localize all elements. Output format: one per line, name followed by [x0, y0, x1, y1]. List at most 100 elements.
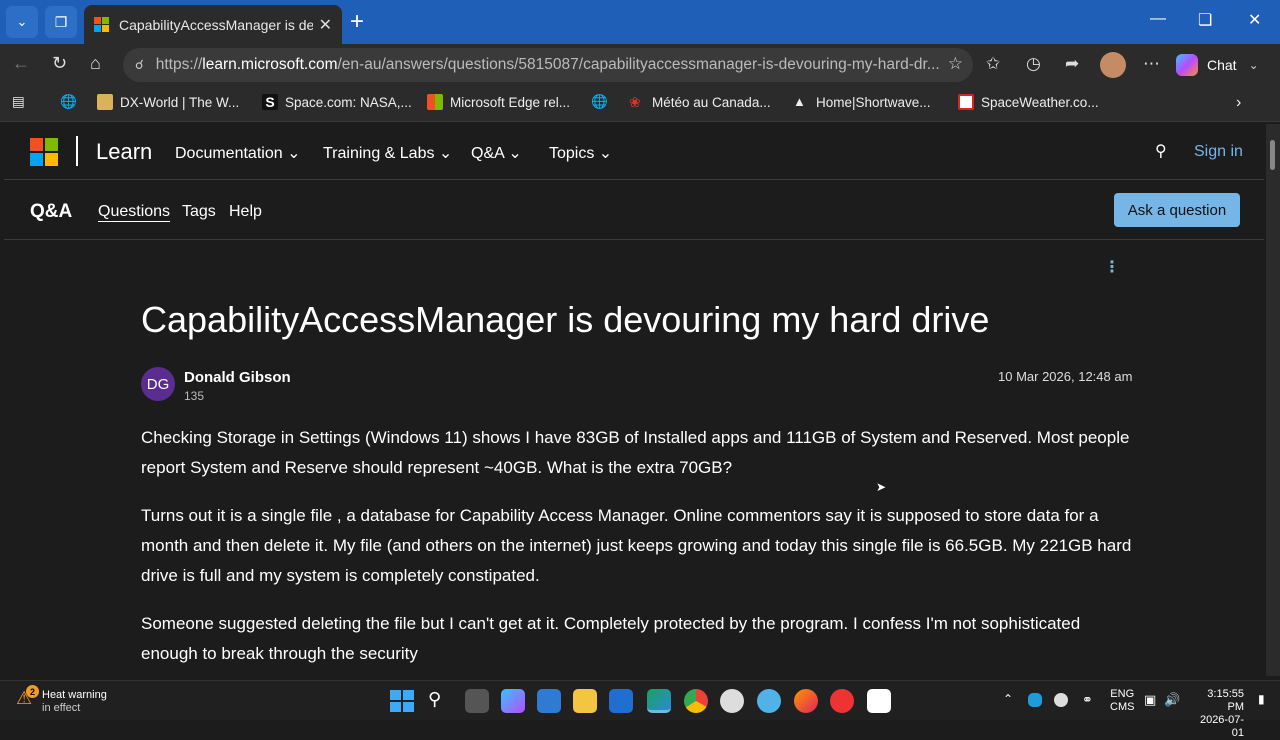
- bookmarks-bar: ▤ 🌐 DX-World | The W... S Space.com: NASA…: [0, 86, 1280, 122]
- lock-icon: ☌: [135, 57, 144, 72]
- weather-widget[interactable]: Heat warning in effect: [42, 689, 107, 715]
- bookmark-edge[interactable]: Microsoft Edge rel...: [427, 94, 570, 110]
- antenna-icon: ▲: [793, 94, 806, 109]
- windows-start-icon[interactable]: [389, 689, 414, 713]
- volume-icon[interactable]: 🔊: [1164, 693, 1180, 706]
- share-icon[interactable]: ➦: [1065, 54, 1079, 74]
- learn-header: Learn Documentation ⌄ Training & Labs ⌄ …: [4, 124, 1264, 180]
- bookmark-meteo[interactable]: ❀ Météo au Canada...: [629, 94, 771, 110]
- file-explorer-icon[interactable]: [573, 689, 597, 713]
- page-scrollbar[interactable]: [1266, 124, 1280, 676]
- page-content: Learn Documentation ⌄ Training & Labs ⌄ …: [4, 124, 1264, 676]
- bookmark-shortwave[interactable]: ▲ Home|Shortwave...: [793, 94, 931, 110]
- spaceweather-icon: [958, 94, 974, 110]
- search-icon[interactable]: ⚲: [1155, 141, 1167, 161]
- clock[interactable]: 3:15:55 PM 2026-07-01: [1190, 688, 1244, 740]
- network-icon[interactable]: ▣: [1144, 693, 1156, 706]
- chevron-down-icon: ⌄: [16, 14, 28, 29]
- favorite-star-icon[interactable]: ☆: [948, 54, 963, 74]
- maple-leaf-icon: ❀: [629, 94, 641, 110]
- search-icon[interactable]: ⚲: [428, 689, 452, 713]
- nav-training[interactable]: Training & Labs ⌄: [323, 143, 452, 163]
- logo-divider: [76, 136, 78, 166]
- space-s-icon: S: [262, 94, 278, 110]
- history-icon[interactable]: ◷: [1026, 54, 1041, 74]
- windows-taskbar: ⚠ 2 Heat warning in effect ⚲ ⌃ ⚭ ENG CMS…: [0, 680, 1280, 739]
- question-paragraph: Checking Storage in Settings (Windows 11…: [141, 428, 1130, 477]
- task-view-icon[interactable]: [465, 689, 489, 713]
- reading-icon[interactable]: ▤: [12, 94, 25, 110]
- store-icon[interactable]: [537, 689, 561, 713]
- question-date: 10 Mar 2026, 12:48 am: [998, 369, 1133, 384]
- globe-icon[interactable]: 🌐: [60, 94, 77, 110]
- copilot-icon: [1176, 54, 1198, 76]
- restore-icon[interactable]: ❏: [1198, 10, 1212, 30]
- workspaces-button[interactable]: ❐: [45, 6, 77, 38]
- question-title: CapabilityAccessManager is devouring my …: [141, 299, 990, 340]
- chevron-right-icon[interactable]: ›: [1236, 94, 1241, 112]
- tab-active[interactable]: CapabilityAccessManager is devou ✕: [84, 5, 342, 44]
- obs-icon[interactable]: [720, 689, 744, 713]
- new-tab-icon[interactable]: +: [350, 8, 364, 36]
- more-options-icon[interactable]: ⋯: [1143, 54, 1160, 74]
- workspaces-icon: ❐: [54, 13, 68, 30]
- copilot-icon[interactable]: [501, 689, 525, 713]
- address-toolbar: ← ↻ ⌂ ☌ https://learn.microsoft.com/en-a…: [0, 44, 1280, 86]
- outlook-icon[interactable]: [609, 689, 633, 713]
- radio-app-icon[interactable]: [830, 689, 854, 713]
- firefox-icon[interactable]: [794, 689, 818, 713]
- microsoft-icon: [427, 94, 443, 110]
- qa-link-help[interactable]: Help: [229, 203, 262, 221]
- edge-beta-icon[interactable]: [647, 689, 671, 713]
- nav-qa[interactable]: Q&A ⌄: [471, 143, 522, 163]
- language-indicator[interactable]: ENG CMS: [1110, 688, 1134, 714]
- back-arrow-icon[interactable]: ←: [12, 53, 30, 74]
- home-icon[interactable]: ⌂: [90, 53, 101, 74]
- globe-app-icon[interactable]: [757, 689, 781, 713]
- scroll-thumb[interactable]: [1270, 140, 1275, 170]
- brand-learn[interactable]: Learn: [96, 139, 152, 165]
- chevron-up-icon[interactable]: ⌃: [1003, 693, 1013, 706]
- window-close-icon[interactable]: ✕: [1248, 10, 1261, 30]
- chat-label: Chat: [1207, 57, 1237, 73]
- qa-title[interactable]: Q&A: [30, 201, 72, 223]
- address-field[interactable]: ☌ https://learn.microsoft.com/en-au/answ…: [123, 48, 973, 82]
- bookmark-dxworld[interactable]: DX-World | The W...: [97, 94, 239, 110]
- tab-title: CapabilityAccessManager is devou: [119, 16, 313, 33]
- question-paragraph: Turns out it is a single file , a databa…: [141, 506, 1132, 585]
- browser-titlebar: ⌄ ❐ CapabilityAccessManager is devou ✕ +…: [0, 0, 1280, 44]
- notifications-icon[interactable]: ▮: [1258, 693, 1265, 706]
- microphone-icon[interactable]: ⚭: [1082, 693, 1093, 706]
- dxworld-icon: [97, 94, 113, 110]
- qa-link-tags[interactable]: Tags: [182, 203, 216, 221]
- favorites-icon[interactable]: ✩: [986, 54, 1000, 74]
- warning-badge: 2: [26, 685, 39, 698]
- author-name[interactable]: Donald Gibson: [184, 369, 291, 386]
- profile-avatar[interactable]: [1100, 52, 1126, 78]
- obs-tray-icon[interactable]: [1054, 693, 1068, 707]
- more-actions-icon[interactable]: ⋮: [1104, 257, 1120, 277]
- qa-subnav: Q&A Questions Tags Help Ask a question: [4, 181, 1264, 240]
- sign-in-link[interactable]: Sign in: [1194, 143, 1243, 161]
- minimize-icon[interactable]: —: [1150, 10, 1166, 28]
- defender-icon[interactable]: [1028, 693, 1042, 707]
- microsoft-logo-icon[interactable]: [30, 138, 58, 166]
- ask-question-button[interactable]: Ask a question: [1114, 193, 1240, 227]
- tab-actions-button[interactable]: ⌄: [6, 6, 38, 38]
- qa-link-questions[interactable]: Questions: [98, 203, 170, 221]
- copilot-chat-button[interactable]: Chat ⌄: [1176, 50, 1259, 80]
- globe-icon[interactable]: 🌐: [591, 94, 608, 110]
- microsoft-favicon-icon: [94, 17, 109, 32]
- bookmark-space[interactable]: S Space.com: NASA,...: [262, 94, 412, 110]
- waveform-app-icon[interactable]: [867, 689, 891, 713]
- bookmark-spaceweather[interactable]: SpaceWeather.co...: [958, 94, 1099, 110]
- nav-topics[interactable]: Topics ⌄: [549, 143, 612, 163]
- close-icon[interactable]: ✕: [319, 15, 332, 35]
- mouse-cursor-icon: ➤: [876, 480, 887, 494]
- chevron-down-icon: ⌄: [1248, 58, 1259, 72]
- avatar[interactable]: DG: [141, 367, 175, 401]
- refresh-icon[interactable]: ↻: [52, 53, 67, 74]
- author-reputation: 135: [184, 389, 205, 403]
- chrome-icon[interactable]: [684, 689, 708, 713]
- nav-documentation[interactable]: Documentation ⌄: [175, 143, 300, 163]
